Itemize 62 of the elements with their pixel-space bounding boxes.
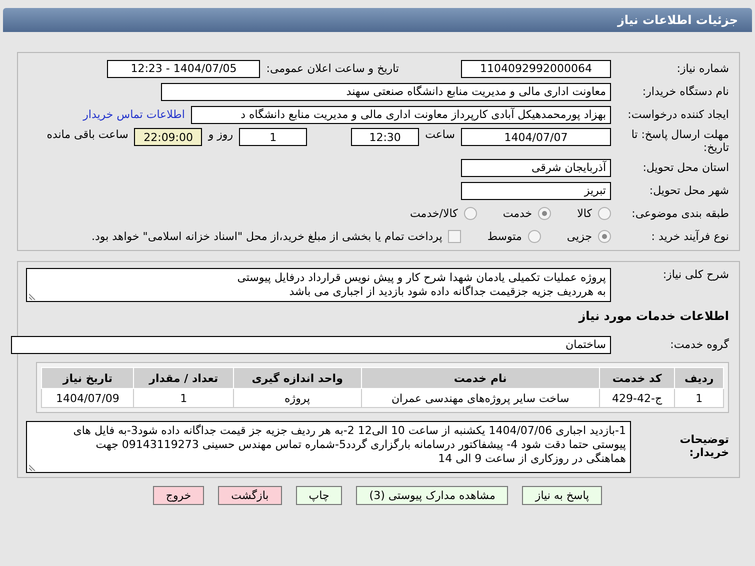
option-label: جزیی [566,230,592,243]
field-label: ساعت [425,128,455,141]
radio-button[interactable] [464,207,477,220]
resize-grip-icon[interactable] [29,293,36,300]
field-value: بهزاد پورمحمدهیکل آبادی کارپرداز معاونت اداری مالی و مدیریت منابع دانشگاه د [191,106,611,124]
field-value: آذربایجان شرقی [461,158,611,176]
action-button[interactable]: پاسخ به نیاز [522,486,602,505]
checkbox[interactable] [448,230,462,243]
field-label: ایجاد کننده درخواست: [626,108,729,121]
field-value: معاونت اداری مالی و مدیریت منابع دانشگاه صنعتی سهند [161,82,611,100]
column-header: ردیف [674,368,724,388]
option-label: کالا/خدمت [410,207,458,220]
resize-grip-icon[interactable] [29,464,36,471]
option-label: کالا [577,207,592,220]
field-value: 1404/07/05 - 12:23 [107,60,260,78]
action-button[interactable]: مشاهده مدارک پیوستی (3) [356,486,508,505]
countdown-field: 22:09:00 [134,128,202,146]
option-label: پرداخت تمام یا بخشی از مبلغ خرید،از محل "اسناد خزانه اسلامی" خواهد بود. [92,230,442,243]
radio-button[interactable] [528,230,541,243]
field-label: طبقه بندی موضوعی: [630,207,729,220]
field-label: گروه خدمت: [669,338,729,351]
field-value: 1404/07/07 [461,128,611,146]
column-header: نام خدمت [361,368,600,388]
field-label: مهلت ارسال پاسخ: تا تاریخ: [630,128,729,154]
table-cell: 1 [134,388,234,408]
column-header: کد خدمت [599,368,675,388]
radio-button[interactable] [538,207,552,220]
action-button[interactable]: خروج [152,486,204,505]
option-label: خدمت [502,207,532,220]
action-button[interactable]: چاپ [296,486,342,505]
field-value: 1 [239,128,308,146]
table-cell: ساخت سایر پروژه‌های مهندسی عمران [361,388,600,408]
field-label: روز و [208,128,234,141]
field-label: تاریخ و ساعت اعلان عمومی: [266,62,399,75]
field-value: تبریز [461,182,611,200]
radio-button[interactable] [598,207,611,220]
table-cell: پروژه [233,388,362,408]
field-label: شرح کلی نیاز: [662,268,729,281]
option-label: متوسط [487,230,522,243]
table-cell: ج-42-429 [599,388,675,408]
notes-field: 1-بازدید اجباری 1404/07/06 یکشنبه از ساعت 10 الی12 2-به هر ردیف جزیه جز قیمت جداگانه داده شود3-به فایل های پیوستی حتما دقت شود 4- پیشفاکتور درسامانه بارگزاری گردد5-شماره تماس مهندس حسینی 09143119273 جهت هماهنگی در روزکاری از ساعت 9 الی 14 [26,421,631,473]
field-label: ساعت باقی مانده [46,128,128,141]
field-label: شهر محل تحویل: [648,184,729,197]
radio-button[interactable] [598,230,611,243]
description-field: پروژه عملیات تکمیلی یادمان شهدا شرح کار و پیش نویس قرارداد درفایل پیوستی به هرردیف جزیه جزقیمت جداگانه داده شود بازدید از اجباری می باشد [26,268,611,302]
field-label: توضیحات خریدار: [678,433,729,459]
field-value: 12:30 [351,128,420,146]
column-header: واحد اندازه گیری [233,368,362,388]
page-header: جزئیات اطلاعات نیاز [3,8,752,32]
column-header: تعداد / مقدار [134,368,234,388]
action-button[interactable]: بازگشت [218,486,282,505]
section-title: اطلاعات خدمات مورد نیاز [578,308,729,322]
contact-link[interactable]: اطلاعات تماس خریدار [83,108,185,121]
field-value: ساختمان [11,336,611,354]
column-header: تاریخ نیاز [42,368,134,388]
field-label: استان محل تحویل: [642,161,729,174]
field-label: نام دستگاه خریدار: [641,85,729,98]
field-label: نوع فرآیند خرید : [650,230,729,243]
field-label: شماره نیاز: [676,62,729,75]
table-cell: 1 [674,388,724,408]
field-value: 1104092992000064 [461,60,611,78]
table-cell: 1404/07/09 [42,388,134,408]
